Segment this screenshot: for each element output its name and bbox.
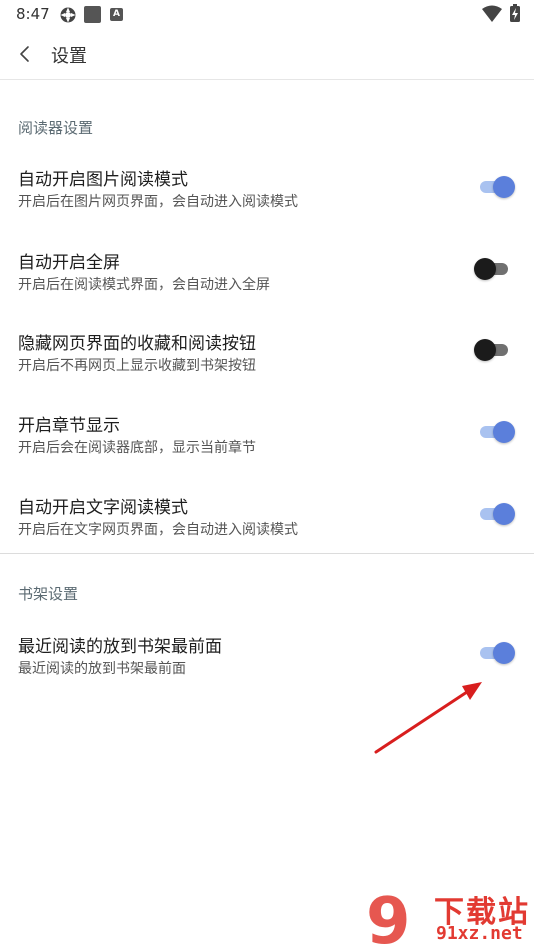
chevron-left-icon[interactable] — [14, 42, 36, 66]
section-header-bookshelf: 书架设置 — [18, 585, 79, 603]
setting-auto-image-reading[interactable]: 自动开启图片阅读模式 开启后在图片网页界面，会自动进入阅读模式 — [0, 165, 534, 245]
status-bar: 8:47 A — [0, 0, 534, 28]
toggle-switch[interactable] — [476, 503, 515, 525]
setting-subtitle: 开启后在阅读模式界面，会自动进入全屏 — [18, 277, 270, 293]
setting-auto-fullscreen[interactable]: 自动开启全屏 开启后在阅读模式界面，会自动进入全屏 — [0, 248, 534, 328]
square-app-icon — [84, 6, 101, 23]
toggle-switch[interactable] — [476, 176, 515, 198]
setting-hide-collect-buttons[interactable]: 隐藏网页界面的收藏和阅读按钮 开启后不再网页上显示收藏到书架按钮 — [0, 329, 534, 409]
wifi-icon — [482, 5, 502, 22]
watermark: 9 下载站 91xz.net — [362, 885, 534, 950]
toggle-thumb — [493, 642, 515, 664]
setting-title: 自动开启全屏 — [18, 253, 120, 273]
setting-subtitle: 开启后不再网页上显示收藏到书架按钮 — [18, 358, 256, 374]
toggle-thumb — [493, 503, 515, 525]
setting-title: 开启章节显示 — [18, 416, 120, 436]
setting-title: 自动开启文字阅读模式 — [18, 498, 188, 518]
toggle-thumb — [474, 258, 496, 280]
setting-subtitle: 开启后在图片网页界面，会自动进入阅读模式 — [18, 194, 298, 210]
section-divider — [0, 553, 534, 554]
text-a-icon: A — [110, 8, 123, 21]
setting-subtitle: 开启后在文字网页界面，会自动进入阅读模式 — [18, 522, 298, 538]
toggle-thumb — [474, 339, 496, 361]
page-title: 设置 — [51, 46, 87, 67]
section-header-reader: 阅读器设置 — [18, 119, 94, 137]
setting-subtitle: 最近阅读的放到书架最前面 — [18, 661, 186, 677]
toggle-thumb — [493, 421, 515, 443]
toggle-thumb — [493, 176, 515, 198]
status-time: 8:47 — [16, 5, 50, 23]
watermark-logo-text: 9 — [366, 885, 411, 950]
setting-title: 自动开启图片阅读模式 — [18, 170, 188, 190]
setting-subtitle: 开启后会在阅读器底部，显示当前章节 — [18, 440, 256, 456]
toggle-switch[interactable] — [476, 642, 515, 664]
annotation-arrow-icon — [374, 682, 482, 754]
setting-title: 隐藏网页界面的收藏和阅读按钮 — [18, 334, 256, 354]
toggle-switch[interactable] — [476, 421, 515, 443]
setting-title: 最近阅读的放到书架最前面 — [18, 637, 222, 657]
settings-gear-icon — [60, 7, 76, 23]
app-bar: 设置 — [0, 28, 534, 80]
watermark-url: 91xz.net — [436, 923, 523, 944]
setting-auto-text-reading[interactable]: 自动开启文字阅读模式 开启后在文字网页界面，会自动进入阅读模式 — [0, 493, 534, 573]
toggle-switch[interactable] — [474, 339, 512, 361]
toggle-switch[interactable] — [474, 258, 512, 280]
watermark-logo-icon: 9 — [366, 885, 411, 950]
battery-charging-icon — [510, 4, 520, 22]
setting-chapter-display[interactable]: 开启章节显示 开启后会在阅读器底部，显示当前章节 — [0, 411, 534, 491]
